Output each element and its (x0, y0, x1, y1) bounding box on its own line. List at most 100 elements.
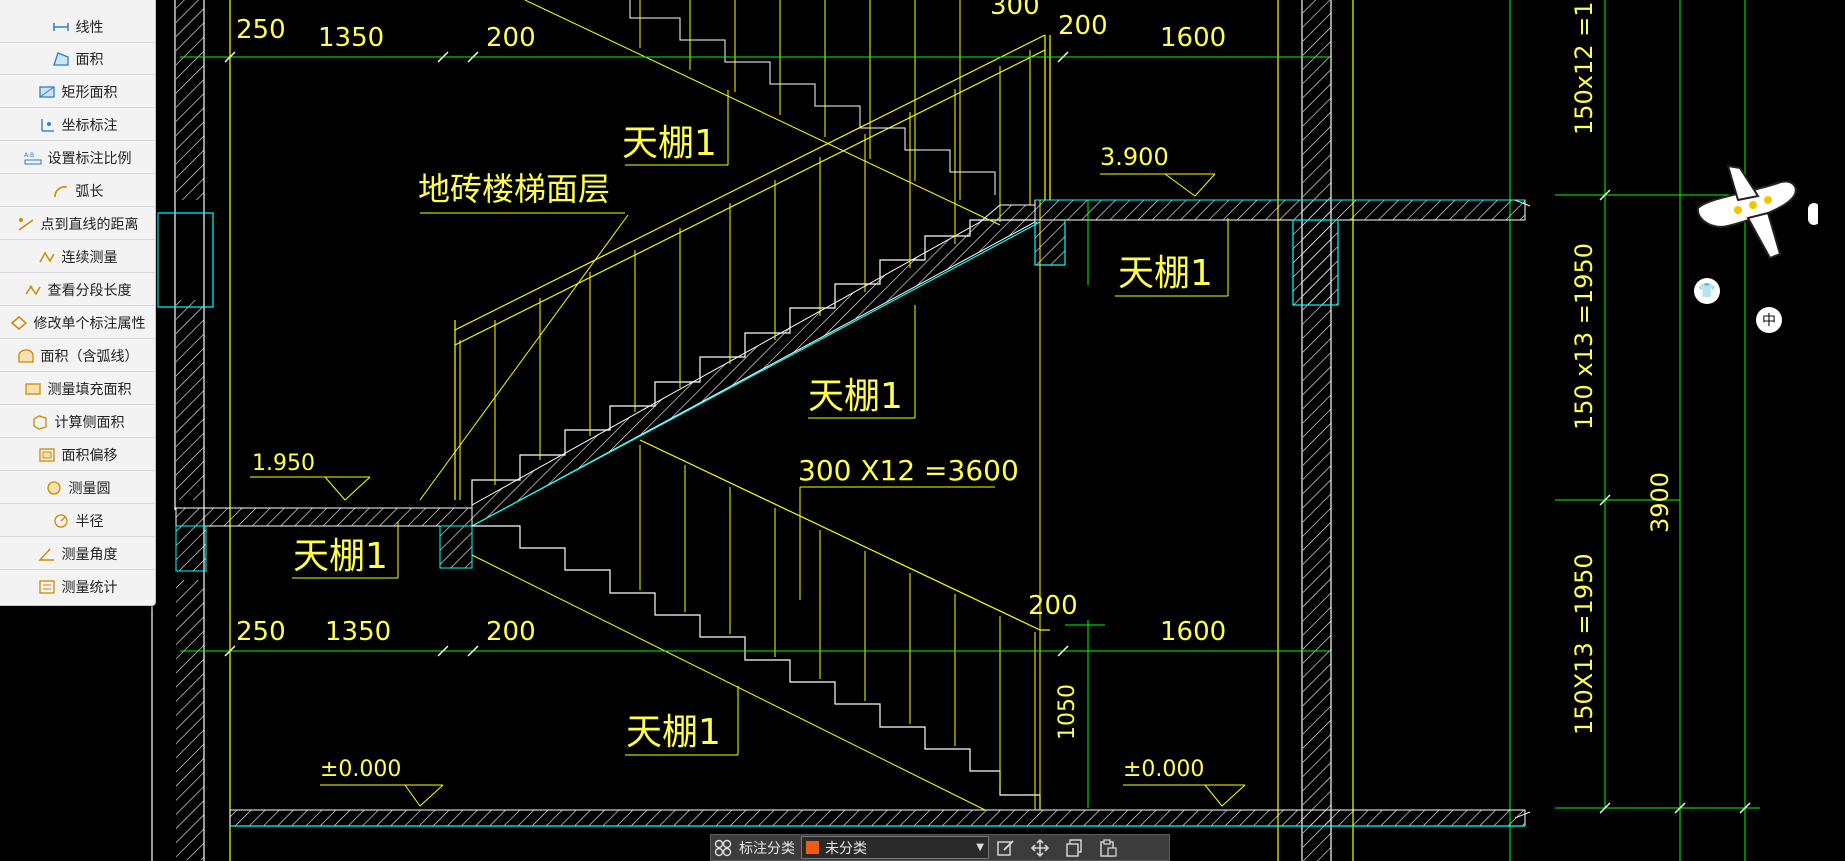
step-formula: 300 X12 =3600 (798, 454, 1019, 487)
fab-shirt-button[interactable]: 👕 (1694, 278, 1720, 304)
ceiling-label: 天棚1 (626, 712, 721, 753)
statistics-icon (38, 579, 56, 595)
copy-icon (1066, 838, 1082, 857)
dim-bottom-1600: 1600 (1160, 617, 1226, 647)
angle-icon (37, 546, 56, 562)
leader-lines (250, 90, 1246, 807)
shirt-icon: 👕 (1698, 283, 1716, 299)
paste-icon (1100, 838, 1117, 857)
menu-item-coordinate[interactable]: 坐标标注 (0, 109, 155, 141)
linear-dimension-icon (52, 19, 70, 35)
scale-icon: A:B (24, 150, 42, 166)
menu-item-label: 测量圆 (68, 480, 111, 497)
menu-item-label: 线性 (75, 19, 104, 36)
left-wall (151, 0, 231, 861)
menu-item-linear[interactable]: 线性 (0, 11, 155, 43)
rect-area-icon (38, 84, 56, 100)
fab-zoom-button[interactable]: 中 (1756, 307, 1782, 333)
cad-drawing-canvas[interactable]: 250 1350 200 300 200 1600 250 1350 200 2… (0, 0, 1845, 861)
arc-area-icon (17, 348, 35, 364)
copy-button[interactable] (1057, 835, 1091, 860)
dim-bottom-200-left: 200 (486, 617, 536, 647)
dim-bottom-200-right: 200 (1028, 591, 1078, 621)
move-button[interactable] (1023, 835, 1057, 860)
menu-item-segment-length[interactable]: 查看分段长度 (0, 274, 155, 306)
floor-finish-label: 地砖楼梯面层 (418, 170, 610, 208)
menu-item-label: 测量角度 (61, 546, 118, 563)
menu-item-arc-length[interactable]: 弧长 (0, 175, 155, 207)
circle-measure-icon (45, 480, 63, 496)
menu-item-point-line-distance[interactable]: 点到直线的距离 (0, 208, 155, 240)
dim-bottom-1350: 1350 (325, 617, 391, 647)
vdim-handrail: 1050 (1055, 684, 1080, 740)
point-line-distance-icon (17, 216, 35, 232)
level-0000-left: ±0.000 (320, 757, 401, 782)
right-wall (1277, 0, 1746, 861)
measure-tool-menu: 线性 面积 矩形面积 坐标标注 A:B 设置标注比例 弧长 点到直线的距离 连续… (0, 0, 156, 606)
dim-top-200-right: 200 (1058, 11, 1108, 41)
dimension-ticks (224, 51, 1751, 814)
vdim-top: 150x12 =180 (1570, 0, 1598, 135)
menu-item-rect-area[interactable]: 矩形面积 (0, 76, 155, 108)
dim-top-200-left: 200 (486, 23, 536, 53)
dim-top-1600: 1600 (1160, 23, 1226, 53)
level-0000-right: ±0.000 (1123, 757, 1204, 782)
menu-item-label: 修改单个标注属性 (33, 315, 146, 332)
upper-stair-behind (629, 0, 996, 200)
vdim-middle: 150 x13 =1950 (1570, 243, 1598, 430)
arc-length-icon (52, 183, 70, 199)
ceiling-label: 天棚1 (293, 536, 388, 577)
category-value: 未分类 (825, 840, 867, 857)
menu-item-statistics[interactable]: 测量统计 (0, 571, 155, 603)
menu-item-label: 测量统计 (61, 580, 118, 596)
area-icon (52, 51, 70, 67)
menu-item-label: 面积 (75, 51, 104, 68)
hatch-area-icon (24, 381, 42, 397)
area-offset-icon (38, 447, 56, 463)
annotation-toolbar: 标注分类 未分类 ▼ (710, 834, 1170, 861)
menu-item-area-offset[interactable]: 面积偏移 (0, 439, 155, 471)
menu-item-area[interactable]: 面积 (0, 43, 155, 75)
zoom-label: 中 (1762, 313, 1776, 329)
paste-button[interactable] (1091, 835, 1125, 860)
airplane-widget-icon[interactable] (1688, 158, 1818, 268)
ceiling-label: 天棚1 (808, 376, 903, 417)
menu-item-label: 坐标标注 (61, 117, 118, 134)
menu-item-radius[interactable]: 半径 (0, 505, 155, 537)
svg-text:A:B: A:B (24, 152, 34, 159)
dim-top-1350: 1350 (318, 23, 384, 53)
menu-item-circle-measure[interactable]: 测量圆 (0, 472, 155, 504)
edit-annotation-icon (10, 315, 28, 331)
category-color-swatch (806, 841, 819, 854)
menu-item-label: 计算侧面积 (54, 414, 125, 431)
menu-item-label: 面积（含弧线） (40, 348, 139, 365)
menu-item-label: 面积偏移 (61, 447, 118, 464)
dimension-lines (180, 0, 1760, 809)
menu-item-label: 设置标注比例 (47, 150, 132, 167)
category-grid-icon[interactable] (711, 837, 735, 859)
level-3900: 3.900 (1100, 143, 1169, 171)
edit-icon (997, 839, 1014, 856)
menu-item-angle[interactable]: 测量角度 (0, 538, 155, 570)
menu-item-label: 连续测量 (61, 249, 118, 266)
category-label: 标注分类 (739, 840, 795, 857)
dim-top-300: 300 (990, 0, 1040, 21)
segment-length-icon (24, 282, 42, 298)
coordinate-icon (38, 117, 56, 133)
menu-item-label: 测量填充面积 (47, 381, 132, 398)
menu-item-label: 矩形面积 (61, 84, 118, 101)
category-select[interactable]: 未分类 ▼ (801, 836, 989, 859)
menu-item-label: 查看分段长度 (47, 282, 132, 299)
menu-item-continuous-measure[interactable]: 连续测量 (0, 241, 155, 273)
menu-item-side-area[interactable]: 计算侧面积 (0, 406, 155, 438)
menu-item-arc-area[interactable]: 面积（含弧线） (0, 340, 155, 372)
vdim-bottom: 150X13 =1950 (1570, 553, 1598, 735)
ceiling-label: 天棚1 (1118, 253, 1213, 294)
continuous-measure-icon (38, 249, 56, 265)
menu-item-edit-annotation[interactable]: 修改单个标注属性 (0, 307, 155, 339)
side-area-icon (31, 414, 49, 430)
menu-item-hatch-area[interactable]: 测量填充面积 (0, 373, 155, 405)
menu-item-scale[interactable]: A:B 设置标注比例 (0, 142, 155, 174)
edit-button[interactable] (989, 835, 1023, 860)
menu-item-label: 点到直线的距离 (40, 216, 139, 233)
